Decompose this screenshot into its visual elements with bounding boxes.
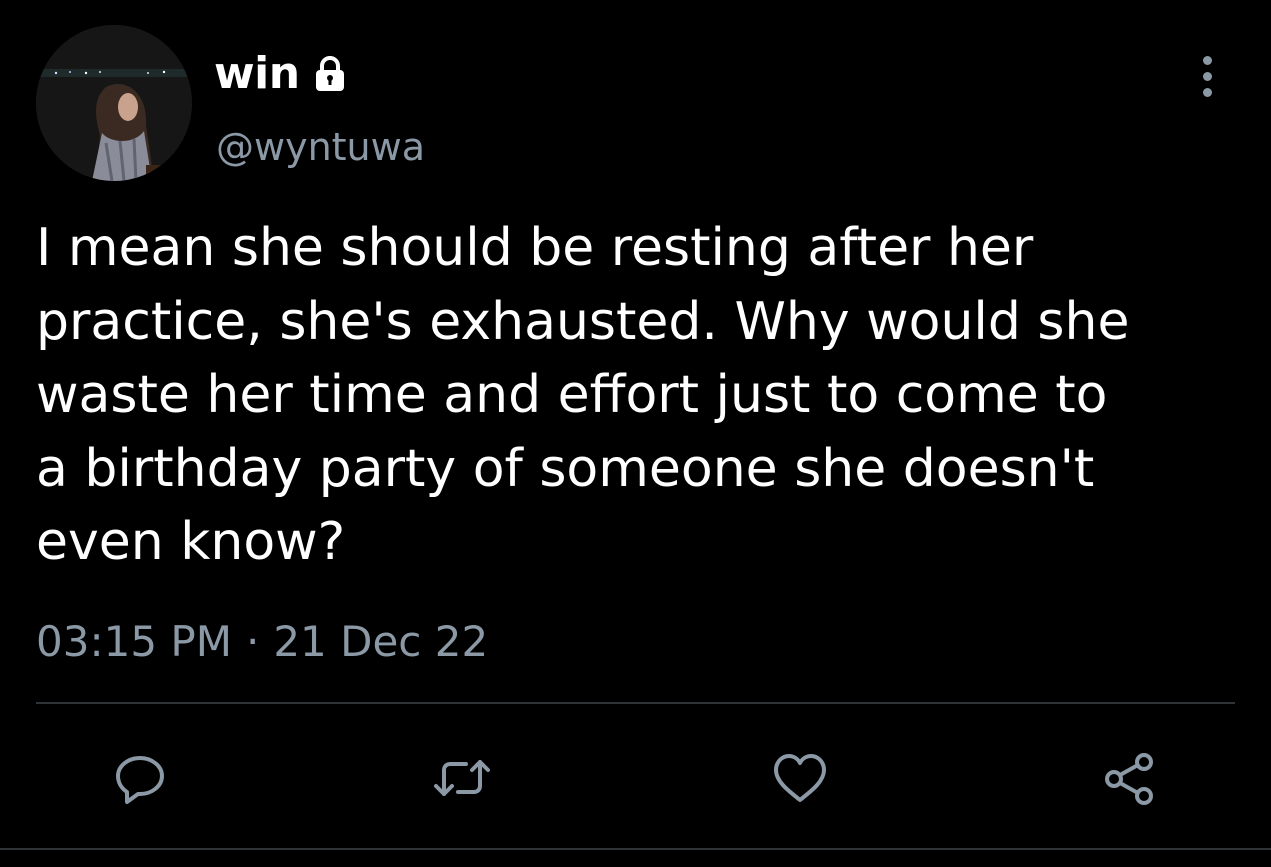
share-button[interactable] xyxy=(1100,748,1160,808)
lock-icon xyxy=(310,54,350,94)
bottom-divider xyxy=(0,848,1271,850)
reply-icon xyxy=(110,748,170,808)
more-options-button[interactable] xyxy=(1190,48,1224,104)
avatar[interactable] xyxy=(36,25,192,181)
author-name-row: win xyxy=(214,44,350,104)
meta-separator: · xyxy=(245,617,260,666)
heart-icon xyxy=(770,748,830,808)
divider xyxy=(36,702,1235,704)
tweet-date[interactable]: 21 Dec 22 xyxy=(273,612,488,672)
avatar-image xyxy=(36,25,192,181)
retweet-icon xyxy=(430,748,494,808)
more-vertical-icon-dot-2 xyxy=(1202,71,1212,81)
tweet-text: I mean she should be resting after her p… xyxy=(36,218,1130,572)
like-button[interactable] xyxy=(770,748,830,808)
more-vertical-icon-dot-3 xyxy=(1202,87,1212,97)
retweet-button[interactable] xyxy=(432,748,492,808)
tweet-meta: 03:15 PM · 21 Dec 22 xyxy=(36,612,488,672)
reply-button[interactable] xyxy=(110,748,170,808)
author-handle[interactable]: @wyntuwa xyxy=(216,122,425,172)
more-vertical-icon xyxy=(1202,55,1212,65)
author-display-name[interactable]: win xyxy=(214,44,300,104)
tweet-time[interactable]: 03:15 PM xyxy=(36,612,232,672)
share-icon xyxy=(1100,748,1160,808)
